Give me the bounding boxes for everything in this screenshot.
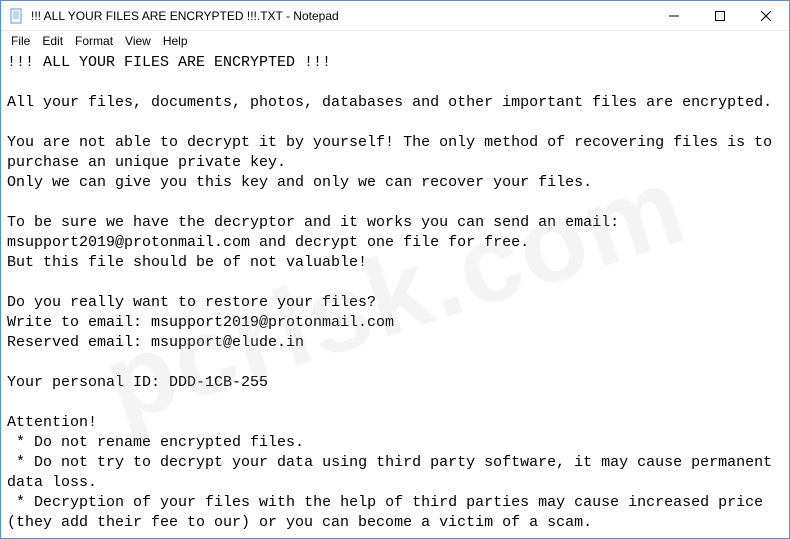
close-button[interactable] [743, 1, 789, 31]
window-title: !!! ALL YOUR FILES ARE ENCRYPTED !!!.TXT… [31, 9, 651, 23]
notepad-icon [9, 8, 25, 24]
minimize-button[interactable] [651, 1, 697, 31]
menubar: File Edit Format View Help [1, 31, 789, 51]
menu-edit[interactable]: Edit [36, 33, 69, 49]
titlebar[interactable]: !!! ALL YOUR FILES ARE ENCRYPTED !!!.TXT… [1, 1, 789, 31]
maximize-button[interactable] [697, 1, 743, 31]
text-area[interactable]: !!! ALL YOUR FILES ARE ENCRYPTED !!! All… [1, 51, 789, 538]
menu-help[interactable]: Help [157, 33, 194, 49]
window-controls [651, 1, 789, 30]
menu-view[interactable]: View [119, 33, 157, 49]
menu-file[interactable]: File [5, 33, 36, 49]
menu-format[interactable]: Format [69, 33, 119, 49]
document-text: !!! ALL YOUR FILES ARE ENCRYPTED !!! All… [7, 54, 781, 531]
